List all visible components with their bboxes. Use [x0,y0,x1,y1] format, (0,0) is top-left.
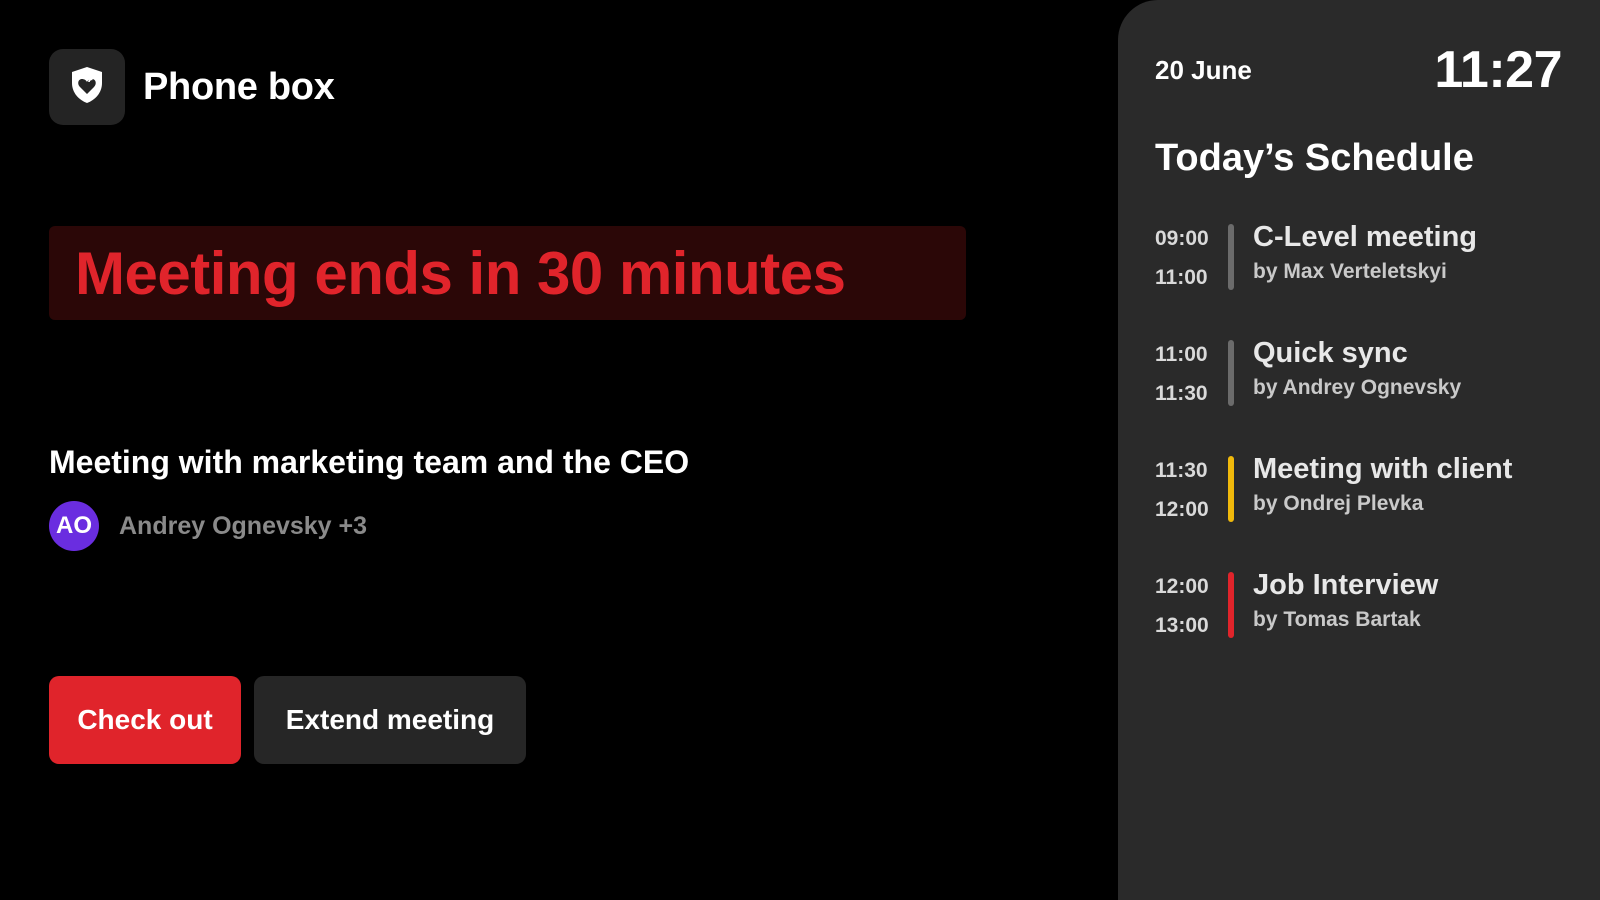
status-bar [1228,224,1234,290]
status-bar [1228,340,1234,406]
meeting-organizer: AO Andrey Ognevsky +3 [49,501,367,551]
schedule-title: Today’s Schedule [1155,137,1474,179]
status-bar [1228,456,1234,522]
schedule-item-title: Quick sync [1253,337,1408,369]
check-out-button[interactable]: Check out [49,676,241,764]
start-time: 12:00 [1155,575,1209,598]
current-meeting-title: Meeting with marketing team and the CEO [49,444,690,480]
brand-header: Phone box [49,49,335,125]
current-date: 20 June [1155,55,1252,85]
start-time: 09:00 [1155,227,1209,250]
schedule-item[interactable]: 11:00 11:30 Quick sync by Andrey Ognevsk… [1155,336,1575,452]
schedule-item-title: Job Interview [1253,569,1439,601]
status-bar [1228,572,1234,638]
schedule-times: 11:30 12:00 [1155,458,1219,536]
schedule-item-title: C-Level meeting [1253,221,1477,253]
schedule-item[interactable]: 11:30 12:00 Meeting with client by Ondre… [1155,452,1575,568]
meeting-actions: Check out Extend meeting [49,676,526,764]
schedule-times: 09:00 11:00 [1155,226,1219,304]
brand-logo [49,49,125,125]
end-time: 11:00 [1155,266,1208,289]
alert-text: Meeting ends in 30 minutes [75,239,846,307]
room-display-screen: Phone box Meeting ends in 30 minutes Mee… [0,0,1600,900]
schedule-item-organizer: by Andrey Ognevsky [1253,376,1462,399]
schedule-item[interactable]: 12:00 13:00 Job Interview by Tomas Barta… [1155,568,1575,684]
shield-heart-icon [65,63,109,112]
start-time: 11:00 [1155,343,1208,366]
end-time: 11:30 [1155,382,1208,405]
schedule-sidebar: 20 June 11:27 Today’s Schedule 09:00 11:… [1118,0,1600,900]
schedule-times: 12:00 13:00 [1155,574,1219,652]
meeting-end-alert: Meeting ends in 30 minutes [49,226,966,320]
schedule-item-organizer: by Ondrej Plevka [1253,492,1424,515]
start-time: 11:30 [1155,459,1208,482]
end-time: 13:00 [1155,614,1209,637]
end-time: 12:00 [1155,498,1209,521]
organizer-name: Andrey Ognevsky +3 [119,511,368,540]
schedule-list: 09:00 11:00 C-Level meeting by Max Verte… [1155,220,1575,684]
extend-meeting-button[interactable]: Extend meeting [254,676,526,764]
schedule-item-organizer: by Max Verteletskyi [1253,260,1447,283]
avatar: AO [49,501,99,551]
schedule-item[interactable]: 09:00 11:00 C-Level meeting by Max Verte… [1155,220,1575,336]
current-time: 11:27 [1434,41,1562,99]
room-name: Phone box [143,65,335,108]
schedule-item-title: Meeting with client [1253,453,1513,485]
schedule-item-organizer: by Tomas Bartak [1253,608,1421,631]
schedule-times: 11:00 11:30 [1155,342,1219,420]
